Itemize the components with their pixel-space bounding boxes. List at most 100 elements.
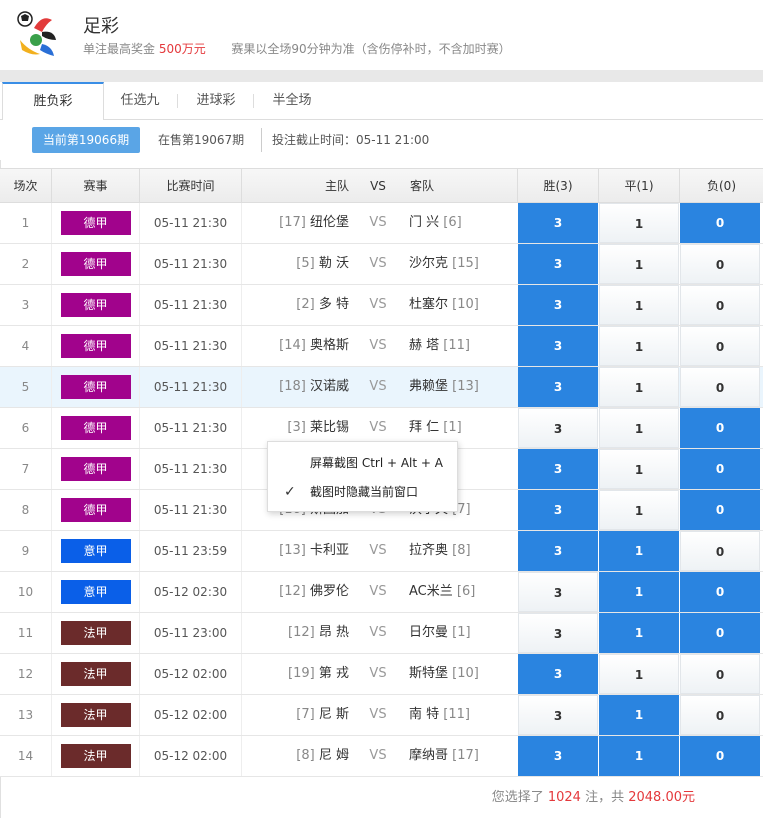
draw-option[interactable]: 1: [599, 695, 679, 735]
league-badge[interactable]: 德甲: [60, 416, 131, 440]
win-option[interactable]: 3: [518, 326, 598, 366]
away-team-name[interactable]: 门 兴: [409, 215, 439, 230]
league-badge[interactable]: 法甲: [60, 703, 131, 727]
league-badge[interactable]: 法甲: [60, 662, 131, 686]
away-team-name[interactable]: 拜 仁: [409, 420, 439, 435]
win-option[interactable]: 3: [518, 203, 598, 243]
home-team-name[interactable]: 尼 姆: [319, 748, 349, 763]
lose-option[interactable]: 0: [680, 736, 760, 776]
draw-option[interactable]: 1: [599, 449, 679, 489]
vs-label: VS: [369, 215, 387, 230]
lose-option[interactable]: 0: [680, 695, 760, 735]
away-team-name[interactable]: 日尔曼: [409, 625, 448, 640]
away-team-name[interactable]: 杜塞尔: [409, 297, 448, 312]
win-option[interactable]: 3: [518, 572, 598, 612]
away-team-name[interactable]: 拉齐奥: [409, 543, 448, 558]
home-team-name[interactable]: 第 戎: [319, 666, 349, 681]
home-team-name[interactable]: 奥格斯: [310, 338, 349, 353]
away-team-name[interactable]: 南 特: [409, 707, 439, 722]
menu-item-hide-window[interactable]: ✓ 截图时隐藏当前窗口: [268, 478, 459, 506]
bet-count: 1024: [547, 790, 581, 805]
draw-option[interactable]: 1: [599, 531, 679, 571]
tab-shengfucai[interactable]: 胜负彩: [2, 82, 104, 121]
home-team-name[interactable]: 莱比锡: [310, 420, 349, 435]
draw-option[interactable]: 1: [599, 244, 679, 284]
win-option[interactable]: 3: [518, 613, 598, 653]
home-team: [13] 卡利亚: [242, 531, 349, 571]
league-badge[interactable]: 法甲: [60, 744, 131, 768]
home-team-name[interactable]: 佛罗伦: [310, 584, 349, 599]
menu-item-screenshot[interactable]: 屏幕截图 Ctrl + Alt + A: [268, 449, 459, 477]
lose-option[interactable]: 0: [680, 408, 760, 448]
win-option[interactable]: 3: [518, 531, 598, 571]
draw-option[interactable]: 1: [599, 490, 679, 530]
lose-option[interactable]: 0: [680, 613, 760, 653]
draw-option[interactable]: 1: [599, 367, 679, 407]
draw-option[interactable]: 1: [599, 654, 679, 694]
home-team-name[interactable]: 纽伦堡: [310, 215, 349, 230]
win-option[interactable]: 3: [518, 695, 598, 735]
league-badge[interactable]: 意甲: [60, 580, 131, 604]
lose-option[interactable]: 0: [680, 367, 760, 407]
win-option[interactable]: 3: [518, 736, 598, 776]
home-team-name[interactable]: 勒 沃: [319, 256, 349, 271]
league-badge[interactable]: 德甲: [60, 293, 131, 317]
away-team: 杜塞尔 [10]: [409, 285, 517, 325]
league-badge[interactable]: 意甲: [60, 539, 131, 563]
away-team-name[interactable]: 摩纳哥: [409, 748, 448, 763]
match-index: 13: [0, 695, 52, 735]
league-badge[interactable]: 德甲: [60, 252, 131, 276]
lose-option[interactable]: 0: [680, 203, 760, 243]
match-time: 05-11 21:30: [140, 490, 242, 530]
away-team-name[interactable]: AC米兰: [409, 584, 453, 599]
away-team-name[interactable]: 弗赖堡: [409, 379, 448, 394]
current-period-button[interactable]: 当前第19066期: [32, 127, 140, 153]
league-badge[interactable]: 法甲: [60, 621, 131, 645]
lose-option[interactable]: 0: [680, 654, 760, 694]
league-badge[interactable]: 德甲: [60, 375, 131, 399]
table-row: 5 德甲 05-11 21:30 [18] 汉诺威 VS 弗赖堡 [13] 3 1 0: [0, 367, 763, 408]
draw-option[interactable]: 1: [599, 408, 679, 448]
league-badge[interactable]: 德甲: [60, 457, 131, 481]
home-team-name[interactable]: 多 特: [319, 297, 349, 312]
home-team-name[interactable]: 昂 热: [319, 625, 349, 640]
win-option[interactable]: 3: [518, 367, 598, 407]
vs-label: VS: [369, 256, 387, 271]
win-option[interactable]: 3: [518, 244, 598, 284]
home-team-name[interactable]: 汉诺威: [310, 379, 349, 394]
draw-option[interactable]: 1: [599, 736, 679, 776]
lose-option[interactable]: 0: [680, 490, 760, 530]
lose-option[interactable]: 0: [680, 285, 760, 325]
lose-option[interactable]: 0: [680, 326, 760, 366]
draw-option[interactable]: 1: [599, 203, 679, 243]
lose-option[interactable]: 0: [680, 531, 760, 571]
table-row: 11 法甲 05-11 23:00 [12] 昂 热 VS 日尔曼 [1] 3 1 0: [0, 613, 763, 654]
away-team-name[interactable]: 沙尔克: [409, 256, 448, 271]
next-period-link[interactable]: 在售第19067期: [158, 127, 244, 153]
match-time: 05-12 02:00: [140, 736, 242, 776]
draw-option[interactable]: 1: [599, 613, 679, 653]
win-option[interactable]: 3: [518, 449, 598, 489]
away-team-name[interactable]: 赫 塔: [409, 338, 439, 353]
league-badge[interactable]: 德甲: [60, 334, 131, 358]
league-badge[interactable]: 德甲: [60, 498, 131, 522]
draw-option[interactable]: 1: [599, 285, 679, 325]
home-team-name[interactable]: 尼 斯: [319, 707, 349, 722]
league-badge[interactable]: 德甲: [60, 211, 131, 235]
lose-option[interactable]: 0: [680, 572, 760, 612]
lose-option[interactable]: 0: [680, 244, 760, 284]
away-rank: [10]: [452, 297, 479, 312]
tab-jinqiucai[interactable]: 进球彩: [180, 82, 252, 120]
league-cell: 德甲: [52, 490, 140, 530]
win-option[interactable]: 3: [518, 408, 598, 448]
tab-banquanchang[interactable]: 半全场: [256, 82, 328, 120]
win-option[interactable]: 3: [518, 654, 598, 694]
draw-option[interactable]: 1: [599, 572, 679, 612]
home-team-name[interactable]: 卡利亚: [310, 543, 349, 558]
win-option[interactable]: 3: [518, 285, 598, 325]
win-option[interactable]: 3: [518, 490, 598, 530]
tab-renxuanjiu[interactable]: 任选九: [104, 82, 176, 120]
lose-option[interactable]: 0: [680, 449, 760, 489]
draw-option[interactable]: 1: [599, 326, 679, 366]
away-team-name[interactable]: 斯特堡: [409, 666, 448, 681]
